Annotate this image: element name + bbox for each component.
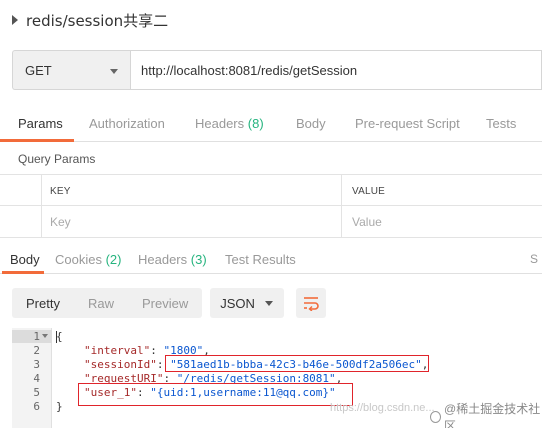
line-number: 5 bbox=[33, 386, 40, 399]
checkbox-column-header bbox=[0, 175, 42, 207]
line-number: 4 bbox=[33, 372, 40, 385]
response-tabs: Body Cookies (2) Headers (3) Test Result… bbox=[0, 244, 542, 274]
active-tab-indicator bbox=[0, 139, 74, 142]
url-text: http://localhost:8081/redis/getSession bbox=[141, 62, 358, 78]
tab-headers[interactable]: Headers (8) bbox=[195, 116, 264, 131]
tab-params[interactable]: Params bbox=[18, 116, 63, 131]
query-params-title: Query Params bbox=[18, 152, 96, 166]
method-label: GET bbox=[25, 62, 52, 78]
tab-response-body[interactable]: Body bbox=[10, 252, 40, 267]
tab-body[interactable]: Body bbox=[296, 116, 326, 131]
code-line: } bbox=[56, 400, 63, 413]
wrap-lines-icon bbox=[304, 297, 319, 311]
tab-response-headers[interactable]: Headers (3) bbox=[138, 252, 207, 267]
active-response-tab-indicator bbox=[2, 271, 44, 274]
watermark-url: https://blog.csdn.ne... bbox=[330, 402, 435, 414]
request-title-bar[interactable]: redis/session共享二 bbox=[0, 0, 542, 40]
tab-authorization[interactable]: Authorization bbox=[89, 116, 165, 131]
url-bar: GET http://localhost:8081/redis/getSessi… bbox=[12, 50, 542, 90]
value-column-header: VALUE bbox=[352, 185, 386, 197]
table-header-row: KEY VALUE bbox=[0, 174, 542, 207]
fold-caret-icon[interactable] bbox=[42, 334, 48, 338]
table-row: Key Value bbox=[0, 206, 542, 238]
response-toolbar: Pretty Raw Preview JSON bbox=[12, 288, 327, 320]
brand-logo-icon bbox=[430, 411, 442, 423]
collapse-caret-icon[interactable] bbox=[12, 15, 18, 25]
session-id-highlight bbox=[165, 355, 429, 372]
cookies-count: (2) bbox=[105, 252, 122, 267]
json-key: "sessionId" bbox=[84, 358, 157, 371]
url-input[interactable]: http://localhost:8081/redis/getSession bbox=[130, 50, 542, 90]
watermark-brand: @稀土掘金技术社区 bbox=[430, 400, 542, 428]
tab-cookies[interactable]: Cookies (2) bbox=[55, 252, 121, 267]
param-value-input[interactable]: Value bbox=[342, 206, 542, 238]
chevron-down-icon bbox=[265, 301, 274, 306]
tab-tests[interactable]: Tests bbox=[486, 116, 516, 131]
method-select[interactable]: GET bbox=[12, 50, 130, 90]
line-number: 3 bbox=[33, 358, 40, 371]
code-line: { bbox=[56, 330, 63, 343]
user-field-highlight bbox=[78, 383, 353, 406]
tab-test-results[interactable]: Test Results bbox=[225, 252, 296, 267]
line-number-gutter: 1 2 3 4 5 6 bbox=[12, 328, 52, 428]
line-number: 2 bbox=[33, 344, 40, 357]
response-status-label: S bbox=[529, 252, 538, 266]
chevron-down-icon bbox=[110, 69, 118, 74]
key-column-header: KEY bbox=[50, 185, 71, 197]
raw-button[interactable]: Raw bbox=[74, 288, 128, 318]
query-params-table: KEY VALUE Key Value bbox=[0, 174, 542, 238]
format-type-label: JSON bbox=[220, 295, 255, 311]
preview-button[interactable]: Preview bbox=[128, 288, 202, 318]
headers-count: (8) bbox=[247, 116, 264, 131]
format-type-select[interactable]: JSON bbox=[210, 288, 285, 318]
request-tabs: Params Authorization Headers (8) Body Pr… bbox=[0, 108, 542, 142]
line-number: 6 bbox=[33, 400, 40, 413]
json-key: "interval" bbox=[84, 344, 151, 357]
request-title: redis/session共享二 bbox=[26, 11, 169, 30]
row-checkbox[interactable] bbox=[0, 206, 42, 238]
pretty-button[interactable]: Pretty bbox=[12, 288, 74, 318]
wrap-lines-button[interactable] bbox=[296, 288, 327, 318]
tab-pre-request-script[interactable]: Pre-request Script bbox=[355, 116, 460, 131]
response-headers-count: (3) bbox=[190, 252, 207, 267]
param-key-input[interactable]: Key bbox=[42, 206, 342, 238]
format-button-group: Pretty Raw Preview bbox=[12, 288, 203, 318]
